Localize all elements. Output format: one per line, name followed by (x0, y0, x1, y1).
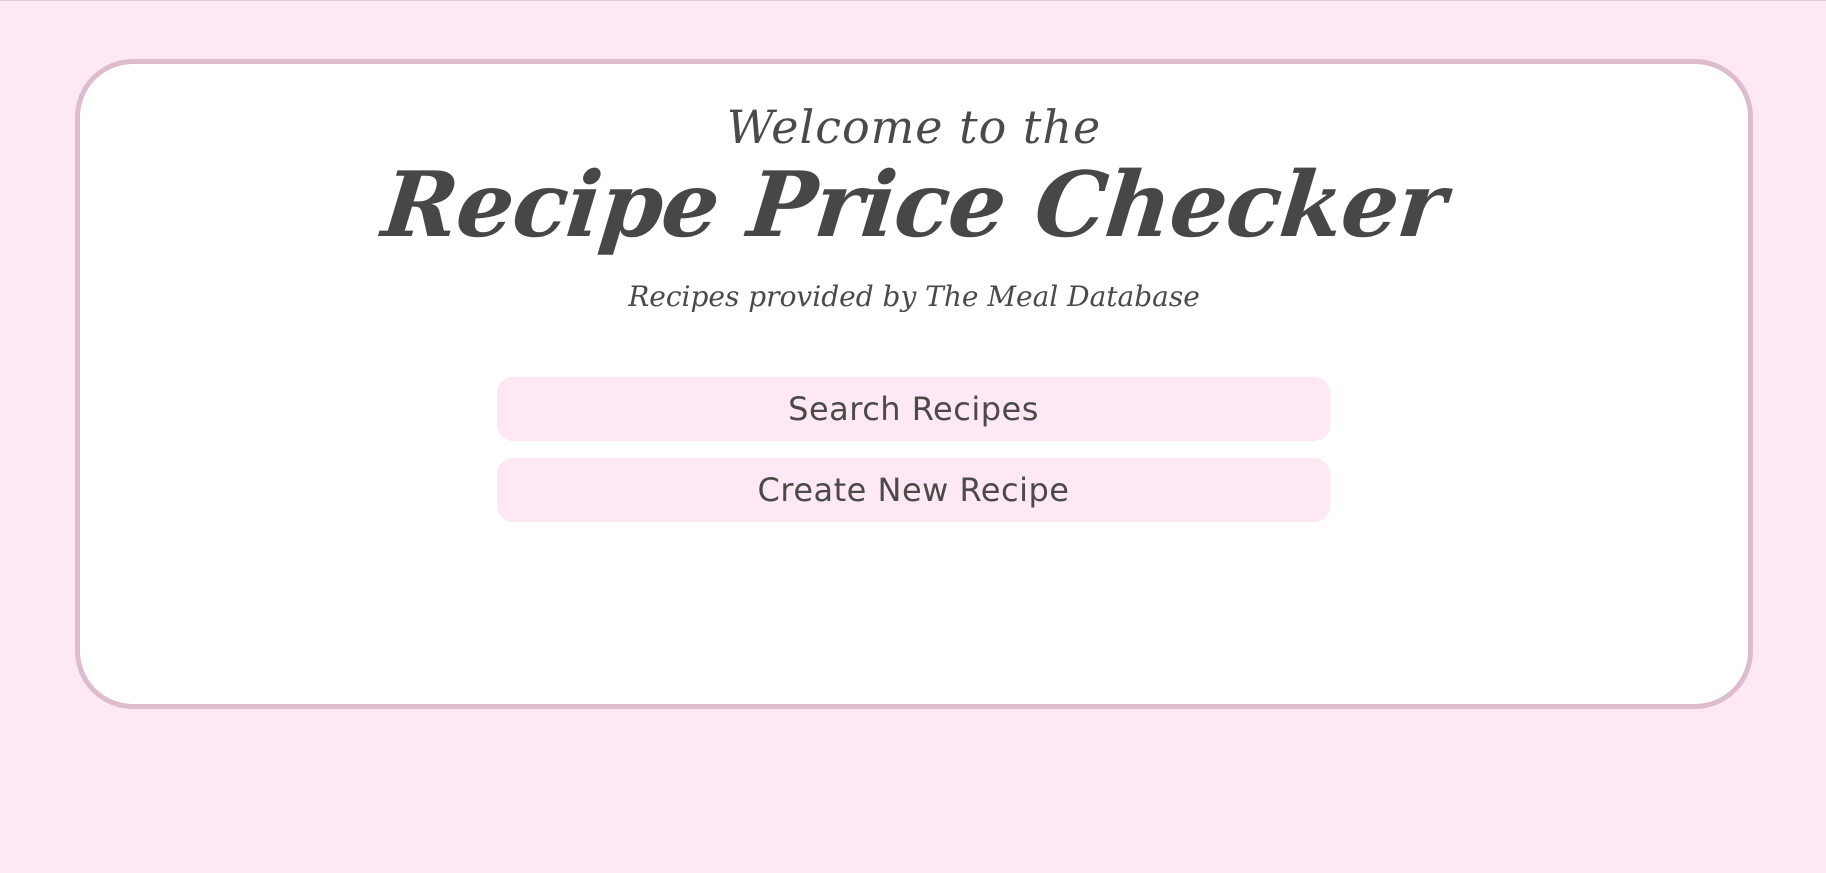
data-source-credit: Recipes provided by The Meal Database (628, 280, 1200, 313)
create-new-recipe-button[interactable]: Create New Recipe (497, 458, 1330, 522)
main-card: Welcome to the Recipe Price Checker Reci… (75, 59, 1753, 709)
welcome-text: Welcome to the (726, 100, 1102, 154)
create-new-recipe-label: Create New Recipe (757, 471, 1070, 509)
search-recipes-button[interactable]: Search Recipes (497, 377, 1330, 441)
page-title: Recipe Price Checker (377, 152, 1451, 258)
search-recipes-label: Search Recipes (788, 390, 1039, 428)
